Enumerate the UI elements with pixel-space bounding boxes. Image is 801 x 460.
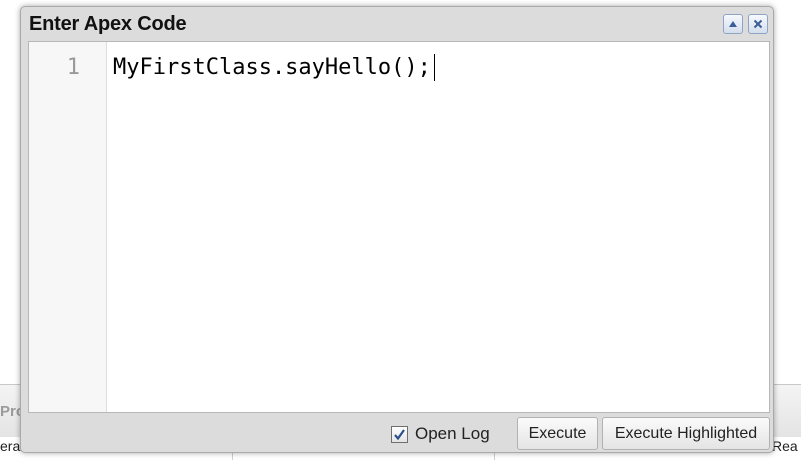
collapse-button[interactable] [723, 14, 743, 34]
checkmark-icon [394, 428, 405, 440]
code-editor[interactable]: 1 MyFirstClass.sayHello(); [28, 41, 770, 413]
open-log-toggle[interactable]: Open Log [391, 424, 490, 444]
background-cell-right: Rea [772, 438, 798, 454]
close-button[interactable] [748, 14, 768, 34]
open-log-checkbox[interactable] [391, 425, 408, 443]
line-number-gutter: 1 [29, 42, 107, 412]
close-icon [753, 19, 763, 29]
triangle-up-icon [729, 21, 737, 27]
dialog-title: Enter Apex Code [29, 13, 187, 35]
line-number: 1 [66, 55, 80, 80]
execute-highlighted-button[interactable]: Execute Highlighted [602, 417, 770, 450]
code-line[interactable]: MyFirstClass.sayHello(); [113, 54, 435, 81]
apex-code-dialog: Enter Apex Code 1 MyFirstClass.sayHello(… [20, 6, 774, 453]
code-text: MyFirstClass.sayHello(); [113, 55, 431, 80]
execute-button[interactable]: Execute [517, 417, 598, 450]
open-log-label: Open Log [415, 424, 490, 443]
background-cell-left: era [0, 438, 21, 454]
dialog-footer: Open Log Execute Execute Highlighted [28, 413, 770, 451]
text-caret [433, 54, 435, 81]
